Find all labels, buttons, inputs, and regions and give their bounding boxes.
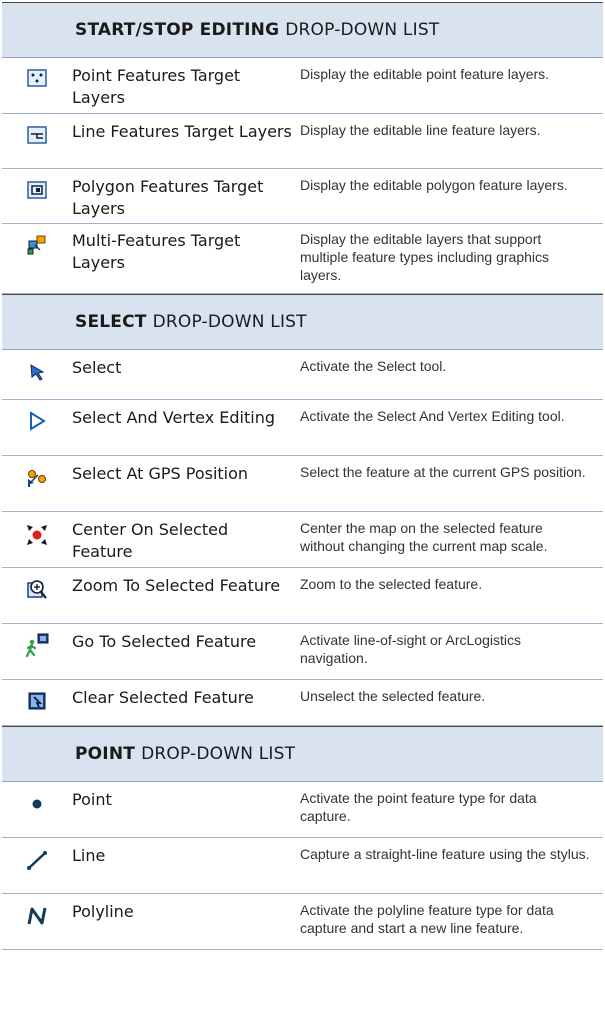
table-row: Clear Selected Feature Unselect the sele… (2, 680, 603, 726)
table-row: Multi-Features Target Layers Display the… (2, 224, 603, 294)
item-name: Point Features Target Layers (72, 66, 241, 107)
item-description: Unselect the selected feature. (300, 688, 486, 704)
table-row: Line Capture a straight-line feature usi… (2, 838, 603, 894)
section-title-rest: DROP-DOWN LIST (152, 312, 307, 332)
clear-selection-icon (27, 691, 47, 711)
item-name: Point (72, 790, 112, 809)
item-description: Select the feature at the current GPS po… (300, 464, 586, 480)
point-dot-icon (30, 797, 44, 811)
item-name: Select At GPS Position (72, 464, 249, 483)
line-features-icon (27, 126, 47, 144)
item-description: Activate the Select tool. (300, 358, 447, 374)
section-header-select: SELECT DROP-DOWN LIST (2, 294, 603, 350)
section-title-bold: START/STOP EDITING (75, 20, 280, 40)
item-name: Polyline (72, 902, 134, 921)
item-name: Select And Vertex Editing (72, 408, 276, 427)
vertex-edit-icon (28, 411, 46, 431)
table-row: Point Features Target Layers Display the… (2, 58, 603, 114)
table-row: Line Features Target Layers Display the … (2, 114, 603, 169)
item-name: Line Features Target Layers (72, 122, 292, 141)
item-name: Clear Selected Feature (72, 688, 254, 707)
table-row: Center On Selected Feature Center the ma… (2, 512, 603, 568)
line-stroke-icon (26, 849, 48, 871)
item-name: Go To Selected Feature (72, 632, 257, 651)
zoom-feature-icon (26, 578, 48, 600)
section-header-point: POINT DROP-DOWN LIST (2, 726, 603, 782)
section-title-bold: SELECT (75, 312, 147, 332)
table-row: Zoom To Selected Feature Zoom to the sel… (2, 568, 603, 624)
item-name: Center On Selected Feature (72, 520, 229, 561)
item-name: Select (72, 358, 122, 377)
table-row: Polyline Activate the polyline feature t… (2, 894, 603, 950)
item-description: Display the editable polygon feature lay… (300, 177, 568, 193)
section-title-bold: POINT (75, 744, 136, 764)
table-row: Select And Vertex Editing Activate the S… (2, 400, 603, 456)
item-name: Zoom To Selected Feature (72, 576, 281, 595)
item-name: Line (72, 846, 106, 865)
item-description: Activate the Select And Vertex Editing t… (300, 408, 565, 424)
item-description: Display the editable point feature layer… (300, 66, 550, 82)
table-row: Select At GPS Position Select the featur… (2, 456, 603, 512)
section-title-rest: DROP-DOWN LIST (141, 744, 296, 764)
item-description: Activate the point feature type for data… (300, 790, 537, 824)
polygon-features-icon (27, 181, 47, 199)
table-row: Point Activate the point feature type fo… (2, 782, 603, 838)
select-arrow-icon (28, 363, 46, 381)
item-description: Display the editable line feature layers… (300, 122, 541, 138)
goto-feature-icon (24, 633, 50, 659)
gps-select-icon (25, 465, 49, 489)
item-description: Activate the polyline feature type for d… (300, 902, 554, 936)
item-description: Activate line-of-sight or ArcLogistics n… (300, 632, 521, 666)
item-description: Zoom to the selected feature. (300, 576, 483, 592)
polyline-icon (26, 905, 48, 927)
item-description: Center the map on the selected feature w… (300, 520, 548, 554)
section-header-start-stop-editing: START/STOP EDITING DROP-DOWN LIST (2, 2, 603, 58)
section-title-rest: DROP-DOWN LIST (285, 20, 440, 40)
item-description: Display the editable layers that support… (300, 231, 550, 283)
reference-table: START/STOP EDITING DROP-DOWN LIST Point … (2, 2, 603, 950)
item-name: Polygon Features Target Layers (72, 177, 264, 218)
item-name: Multi-Features Target Layers (72, 231, 241, 272)
table-row: Polygon Features Target Layers Display t… (2, 169, 603, 224)
table-row: Select Activate the Select tool. (2, 350, 603, 400)
item-description: Capture a straight-line feature using th… (300, 846, 590, 862)
center-feature-icon (25, 523, 49, 547)
point-features-icon (27, 69, 47, 87)
multi-features-icon (26, 234, 48, 256)
table-row: Go To Selected Feature Activate line-of-… (2, 624, 603, 680)
